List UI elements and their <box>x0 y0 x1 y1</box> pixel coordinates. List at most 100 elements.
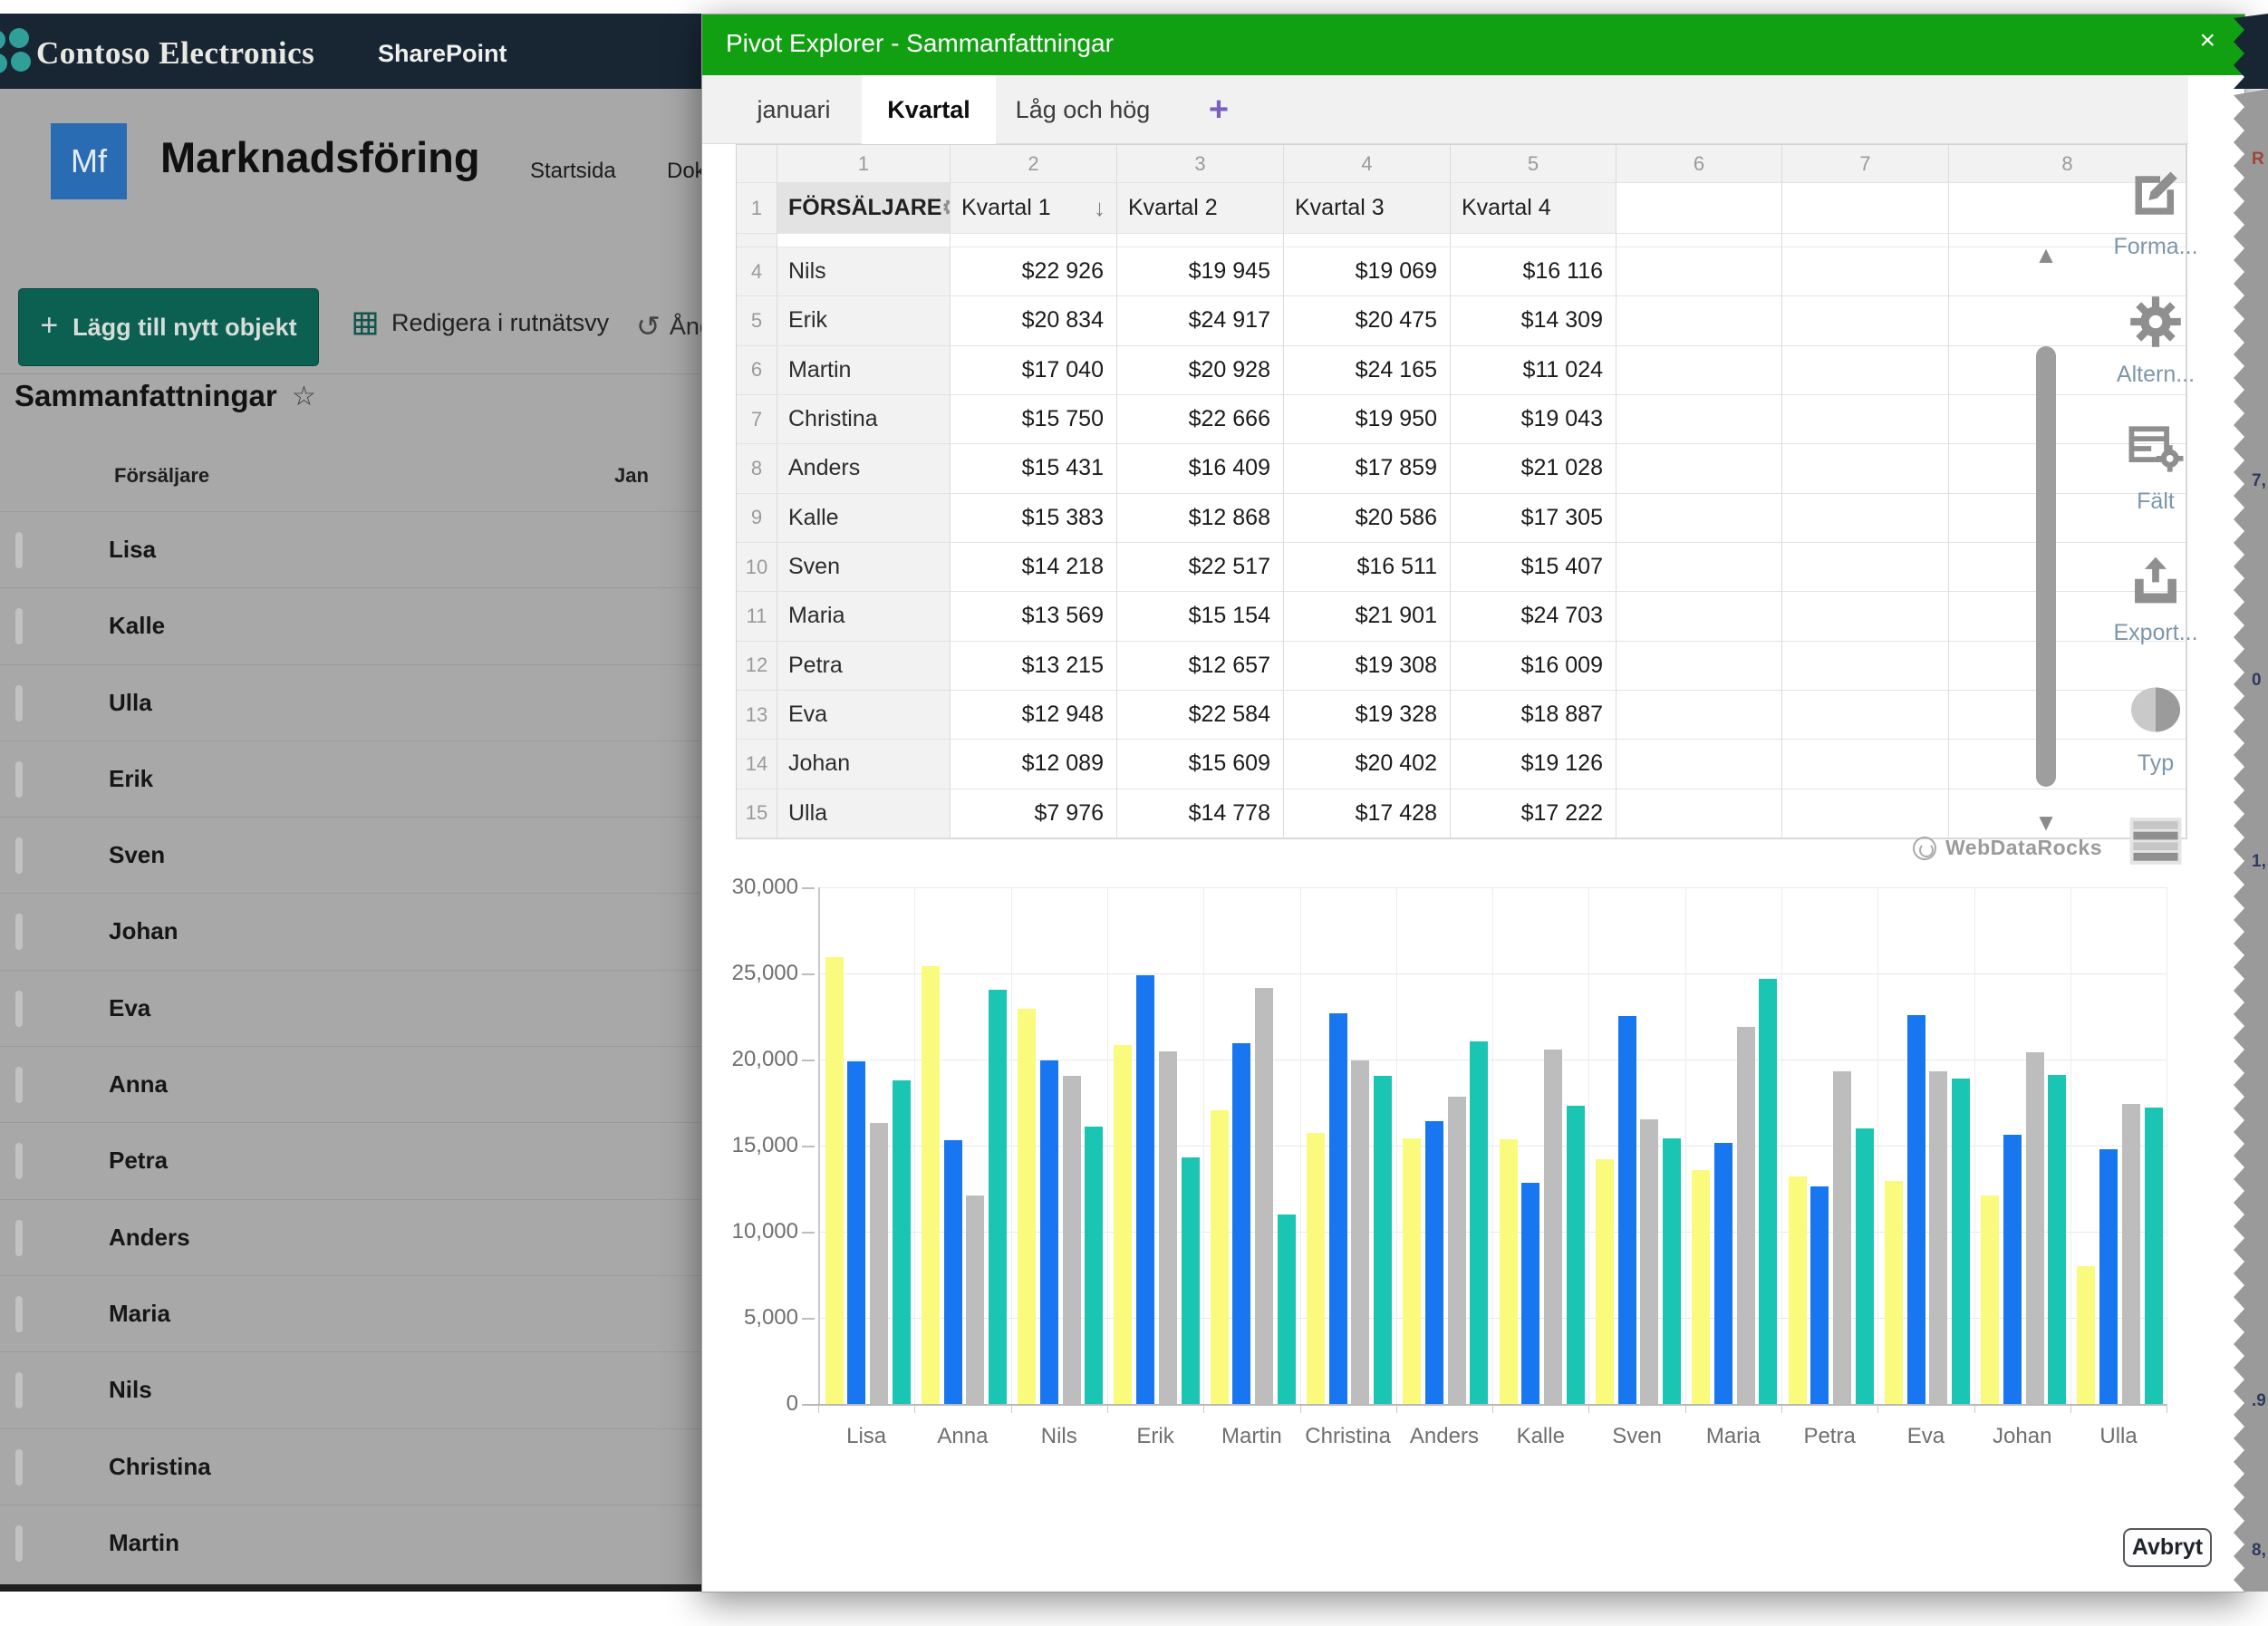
row-drag-handle[interactable] <box>15 608 23 644</box>
row-drag-handle[interactable] <box>15 914 23 950</box>
sheet-cell-value[interactable]: $24 917 <box>1117 296 1284 345</box>
gear-icon[interactable]: ⚙ <box>941 195 951 221</box>
sheet-cell-value[interactable]: $12 948 <box>951 691 1117 740</box>
sheet-cell-value[interactable]: $22 926 <box>951 247 1117 296</box>
sheet-cell[interactable] <box>1617 543 1782 592</box>
sheet-cell[interactable] <box>1617 789 1782 838</box>
sheet-cell[interactable] <box>1617 642 1782 691</box>
sheet-cell-name[interactable]: Christina <box>777 395 951 444</box>
nav-item-dokument[interactable]: Dok <box>667 159 701 184</box>
sheet-cell[interactable] <box>1617 395 1782 444</box>
sheet-cell-value[interactable]: $11 024 <box>1451 346 1617 395</box>
sheet-cell-value[interactable]: $19 945 <box>1117 247 1284 296</box>
sheet-cell-value[interactable]: $20 475 <box>1284 296 1451 345</box>
sheet-cell-value[interactable]: $17 040 <box>951 346 1117 395</box>
scroll-up-icon[interactable]: ▲ <box>2031 241 2061 269</box>
sheet-cell-value[interactable]: $16 409 <box>1117 444 1284 493</box>
pivot-header-kvartal-4[interactable]: Kvartal 4 <box>1451 183 1617 234</box>
sheet-cell[interactable] <box>1782 444 1949 493</box>
sheet-cell-name[interactable]: Ulla <box>777 789 951 838</box>
row-drag-handle[interactable] <box>15 1449 23 1486</box>
sheet-cell-value[interactable]: $12 657 <box>1117 642 1284 691</box>
sheet-cell-value[interactable]: $20 402 <box>1284 740 1451 789</box>
column-header-4[interactable]: 4 <box>1284 145 1451 183</box>
list-item[interactable]: Erik <box>0 740 701 817</box>
tool-layers-icon[interactable] <box>2065 815 2246 872</box>
row-drag-handle[interactable] <box>15 1372 23 1408</box>
sheet-cell-value[interactable]: $20 928 <box>1117 346 1284 395</box>
sheet-cell-value[interactable]: $17 222 <box>1451 789 1617 838</box>
sheet-cell[interactable] <box>1617 183 1782 234</box>
row-header-15[interactable]: 15 <box>737 789 777 838</box>
sheet-scrollbar[interactable]: ▲ ▼ <box>2031 241 2061 837</box>
close-icon[interactable]: × <box>2199 25 2215 56</box>
sheet-cell-value[interactable]: $7 976 <box>951 789 1117 838</box>
list-item[interactable]: Petra <box>0 1122 701 1198</box>
list-item[interactable]: Johan <box>0 893 701 969</box>
list-item[interactable]: Nils <box>0 1351 701 1428</box>
sheet-cell[interactable] <box>1782 740 1949 789</box>
row-header-14[interactable]: 14 <box>737 740 777 789</box>
sheet-cell-value[interactable]: $21 028 <box>1451 444 1617 493</box>
sheet-cell-value[interactable]: $24 703 <box>1451 592 1617 641</box>
list-item[interactable]: Sven <box>0 817 701 893</box>
sheet-cell[interactable] <box>1617 346 1782 395</box>
column-header-1[interactable]: 1 <box>777 145 951 183</box>
list-item[interactable]: Anders <box>0 1199 701 1275</box>
sheet-cell[interactable] <box>1617 444 1782 493</box>
sheet-cell-name[interactable]: Anders <box>777 444 951 493</box>
sheet-cell[interactable] <box>1617 247 1782 296</box>
add-tab-icon[interactable]: + <box>1192 75 1246 144</box>
list-item[interactable]: Maria <box>0 1275 701 1351</box>
sheet-cell-name[interactable]: Petra <box>777 642 951 691</box>
undo-button[interactable]: ↺ Ång <box>636 309 701 344</box>
sheet-cell-value[interactable]: $24 165 <box>1284 346 1451 395</box>
cancel-button[interactable]: Avbryt <box>2123 1528 2212 1567</box>
nav-item-startsida[interactable]: Startsida <box>530 159 616 184</box>
list-item[interactable]: Eva <box>0 970 701 1046</box>
row-header-5[interactable]: 5 <box>737 296 777 345</box>
edit-in-grid-view-button[interactable]: Redigera i rutnätsvy <box>352 309 609 337</box>
sheet-cell-value[interactable]: $15 154 <box>1117 592 1284 641</box>
column-header-7[interactable]: 7 <box>1782 145 1949 183</box>
tab-kvartal[interactable]: Kvartal <box>862 75 996 144</box>
sheet-cell-value[interactable]: $14 778 <box>1117 789 1284 838</box>
column-header-2[interactable]: 2 <box>951 145 1117 183</box>
sheet-cell[interactable] <box>1782 395 1949 444</box>
row-drag-handle[interactable] <box>15 1296 23 1332</box>
sheet-cell-value[interactable]: $13 215 <box>951 642 1117 691</box>
sheet-cell-name[interactable]: Sven <box>777 543 951 592</box>
row-drag-handle[interactable] <box>15 685 23 721</box>
sheet-cell-value[interactable]: $15 383 <box>951 494 1117 543</box>
sheet-cell-name[interactable]: Johan <box>777 740 951 789</box>
sheet-cell[interactable] <box>1782 642 1949 691</box>
sheet-cell-value[interactable]: $14 218 <box>951 543 1117 592</box>
sheet-cell-value[interactable]: $15 431 <box>951 444 1117 493</box>
sheet-cell[interactable] <box>1782 691 1949 740</box>
tool-export[interactable]: Export... <box>2065 554 2246 646</box>
add-new-item-button[interactable]: + Lägg till nytt objekt <box>18 288 319 366</box>
sheet-cell-name[interactable]: Erik <box>777 296 951 345</box>
list-column-jan[interactable]: Jan <box>614 464 649 488</box>
sheet-cell[interactable] <box>1617 296 1782 345</box>
scroll-down-icon[interactable]: ▼ <box>2031 808 2061 837</box>
sheet-cell-value[interactable]: $12 868 <box>1117 494 1284 543</box>
row-drag-handle[interactable] <box>15 1220 23 1256</box>
sheet-cell[interactable] <box>1617 494 1782 543</box>
row-header-9[interactable]: 9 <box>737 494 777 543</box>
list-item[interactable]: Martin <box>0 1505 701 1581</box>
tool-fält[interactable]: Fält <box>2065 422 2246 515</box>
sheet-cell-value[interactable]: $19 950 <box>1284 395 1451 444</box>
sheet-cell-value[interactable]: $19 069 <box>1284 247 1451 296</box>
tool-altern[interactable]: Altern... <box>2065 295 2246 388</box>
column-header-6[interactable]: 6 <box>1617 145 1782 183</box>
sheet-cell-value[interactable]: $13 569 <box>951 592 1117 641</box>
sheet-cell-value[interactable]: $16 009 <box>1451 642 1617 691</box>
sheet-cell-value[interactable]: $15 407 <box>1451 543 1617 592</box>
sheet-cell-value[interactable]: $15 750 <box>951 395 1117 444</box>
row-drag-handle[interactable] <box>15 837 23 874</box>
tool-forma[interactable]: Forma... <box>2065 166 2246 260</box>
sheet-cell-value[interactable]: $15 609 <box>1117 740 1284 789</box>
row-drag-handle[interactable] <box>15 1067 23 1103</box>
sheet-cell-value[interactable]: $19 126 <box>1451 740 1617 789</box>
